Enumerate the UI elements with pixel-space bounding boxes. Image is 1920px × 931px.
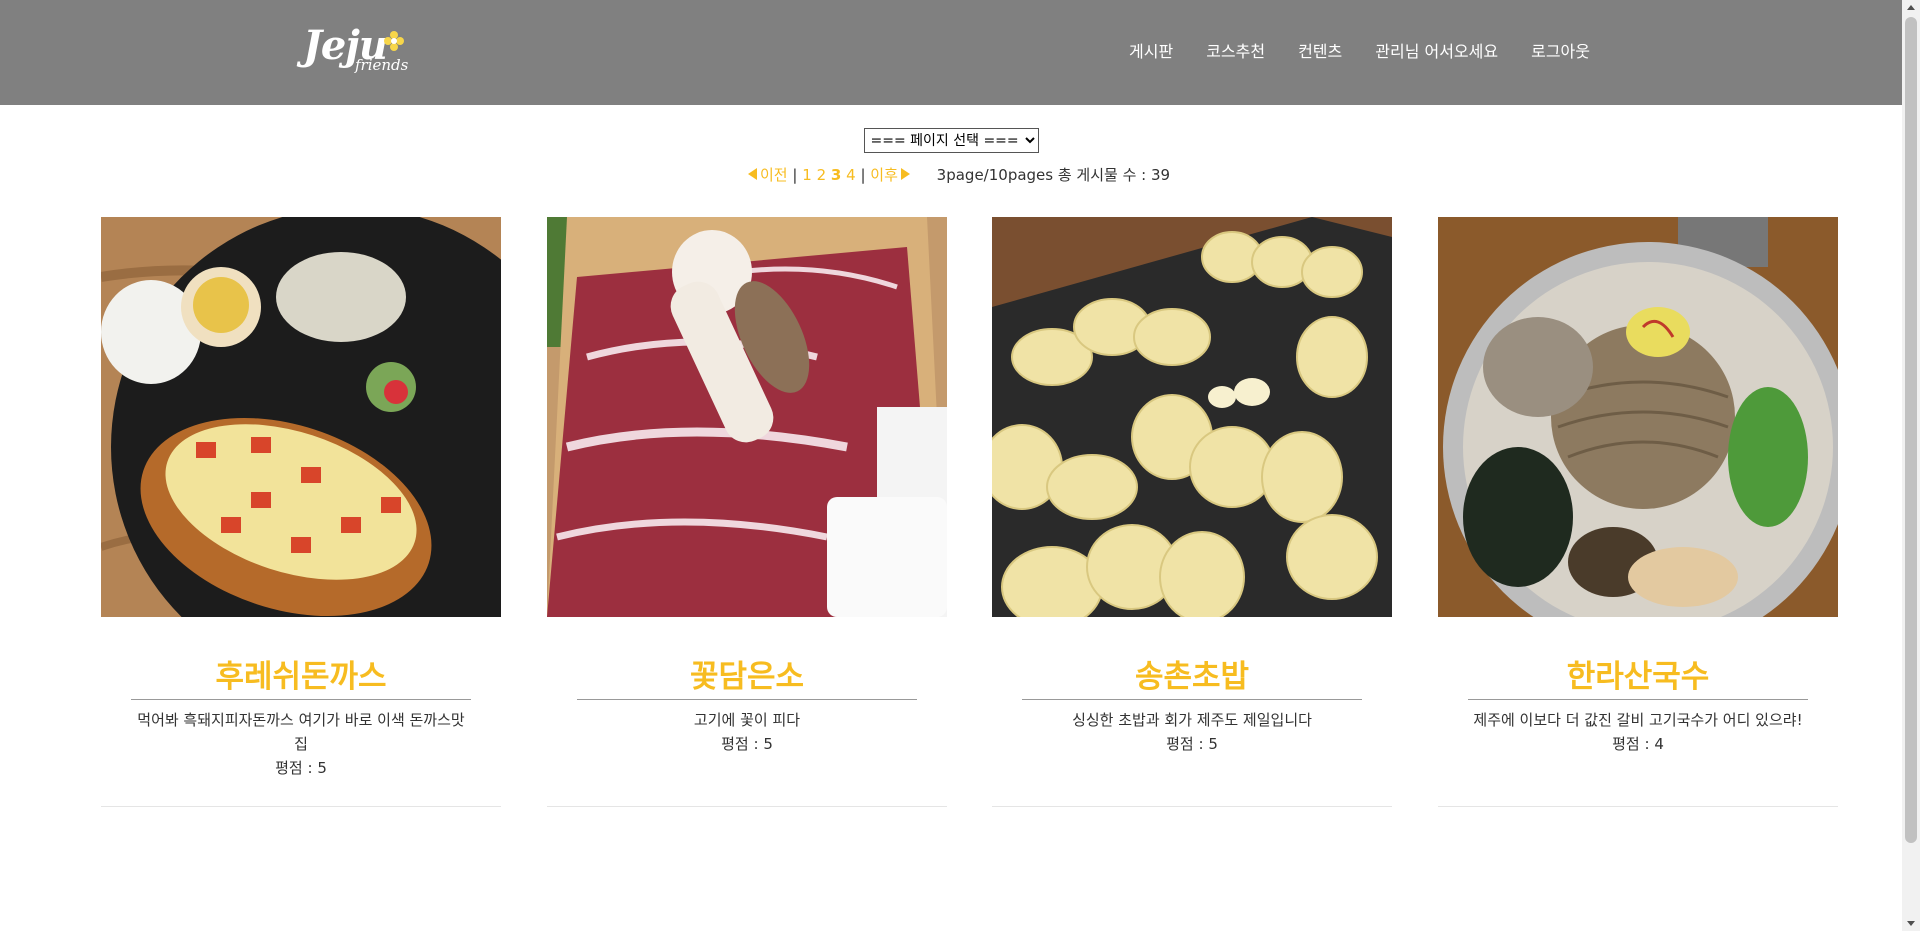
nav-board-link[interactable]: 게시판: [1129, 38, 1173, 62]
page-link-2[interactable]: 2: [817, 166, 827, 184]
nav-admin-greeting-link[interactable]: 관리님 어서오세요: [1375, 38, 1498, 62]
card-divider: [992, 806, 1392, 807]
nav-contents-link[interactable]: 컨텐츠: [1298, 38, 1342, 62]
next-page-label: 이후: [870, 166, 898, 184]
restaurant-description: 고기에 꽃이 피다: [693, 711, 801, 729]
nav-course-link[interactable]: 코스추천: [1206, 38, 1265, 62]
restaurant-title[interactable]: 후레쉬돈까스: [131, 651, 471, 700]
card-divider: [547, 806, 947, 807]
restaurant-rating: 평점 : 5: [275, 759, 327, 777]
pagination: 이전 | 1 2 3 4 | 이후 3page/10pages 총 게시물 수 …: [748, 164, 1170, 185]
scroll-up-icon[interactable]: [1907, 5, 1915, 10]
restaurant-title[interactable]: 한라산국수: [1468, 651, 1808, 700]
nav-logout-link[interactable]: 로그아웃: [1531, 38, 1590, 62]
restaurant-photo[interactable]: [101, 217, 501, 617]
next-page-link[interactable]: 이후: [870, 166, 910, 184]
restaurant-card[interactable]: 후레쉬돈까스 먹어봐 흑돼지피자돈까스 여기가 바로 이색 돈까스맛집 평점 :…: [101, 217, 501, 807]
restaurant-title[interactable]: 꽃담은소: [577, 651, 917, 700]
pagination-separator: |: [860, 166, 866, 184]
prev-page-label: 이전: [760, 166, 788, 184]
card-divider: [1438, 806, 1838, 807]
pagination-separator: |: [792, 166, 798, 184]
restaurant-rating: 평점 : 4: [1612, 735, 1664, 753]
flower-icon: [384, 31, 404, 51]
restaurant-description: 먹어봐 흑돼지피자돈까스 여기가 바로 이색 돈까스맛집: [137, 711, 465, 753]
header-bar: Jeju friends 게시판 코스추천 컨텐츠 관리님 어서오세요 로그아웃: [0, 0, 1902, 105]
restaurant-card[interactable]: 한라산국수 제주에 이보다 더 값진 갈비 고기국수가 어디 있으랴! 평점 :…: [1438, 217, 1838, 807]
restaurant-card[interactable]: 꽃담은소 고기에 꽃이 피다 평점 : 5: [547, 217, 947, 807]
logo-sub-text: friends: [355, 56, 409, 74]
main-nav: 게시판 코스추천 컨텐츠 관리님 어서오세요 로그아웃: [1096, 38, 1590, 62]
restaurant-description: 제주에 이보다 더 값진 갈비 고기국수가 어디 있으랴!: [1473, 711, 1803, 729]
page-link-current[interactable]: 3: [831, 166, 841, 184]
scroll-down-icon[interactable]: [1907, 921, 1915, 926]
prev-arrow-icon: [748, 168, 757, 180]
page-select-dropdown[interactable]: === 페이지 선택 ===: [863, 128, 1039, 153]
vertical-scrollbar[interactable]: [1902, 0, 1920, 931]
restaurant-card[interactable]: 송촌초밥 싱싱한 초밥과 회가 제주도 제일입니다 평점 : 5: [992, 217, 1392, 807]
page-count-info: 3page/10pages 총 게시물 수 : 39: [936, 166, 1171, 184]
restaurant-description: 싱싱한 초밥과 회가 제주도 제일입니다: [1072, 711, 1312, 729]
page-select-wrap: === 페이지 선택 ===: [0, 128, 1902, 153]
scrollbar-thumb[interactable]: [1905, 17, 1917, 843]
restaurant-photo[interactable]: [1438, 217, 1838, 617]
restaurant-title[interactable]: 송촌초밥: [1022, 651, 1362, 700]
prev-page-link[interactable]: 이전: [748, 166, 788, 184]
card-divider: [101, 806, 501, 807]
next-arrow-icon: [900, 168, 910, 180]
restaurant-rating: 평점 : 5: [721, 735, 773, 753]
restaurant-rating: 평점 : 5: [1166, 735, 1218, 753]
page-link-4[interactable]: 4: [846, 166, 856, 184]
jeju-friends-logo[interactable]: Jeju friends: [303, 22, 423, 82]
restaurant-photo[interactable]: [547, 217, 947, 617]
page-link-1[interactable]: 1: [802, 166, 812, 184]
restaurant-photo[interactable]: [992, 217, 1392, 617]
